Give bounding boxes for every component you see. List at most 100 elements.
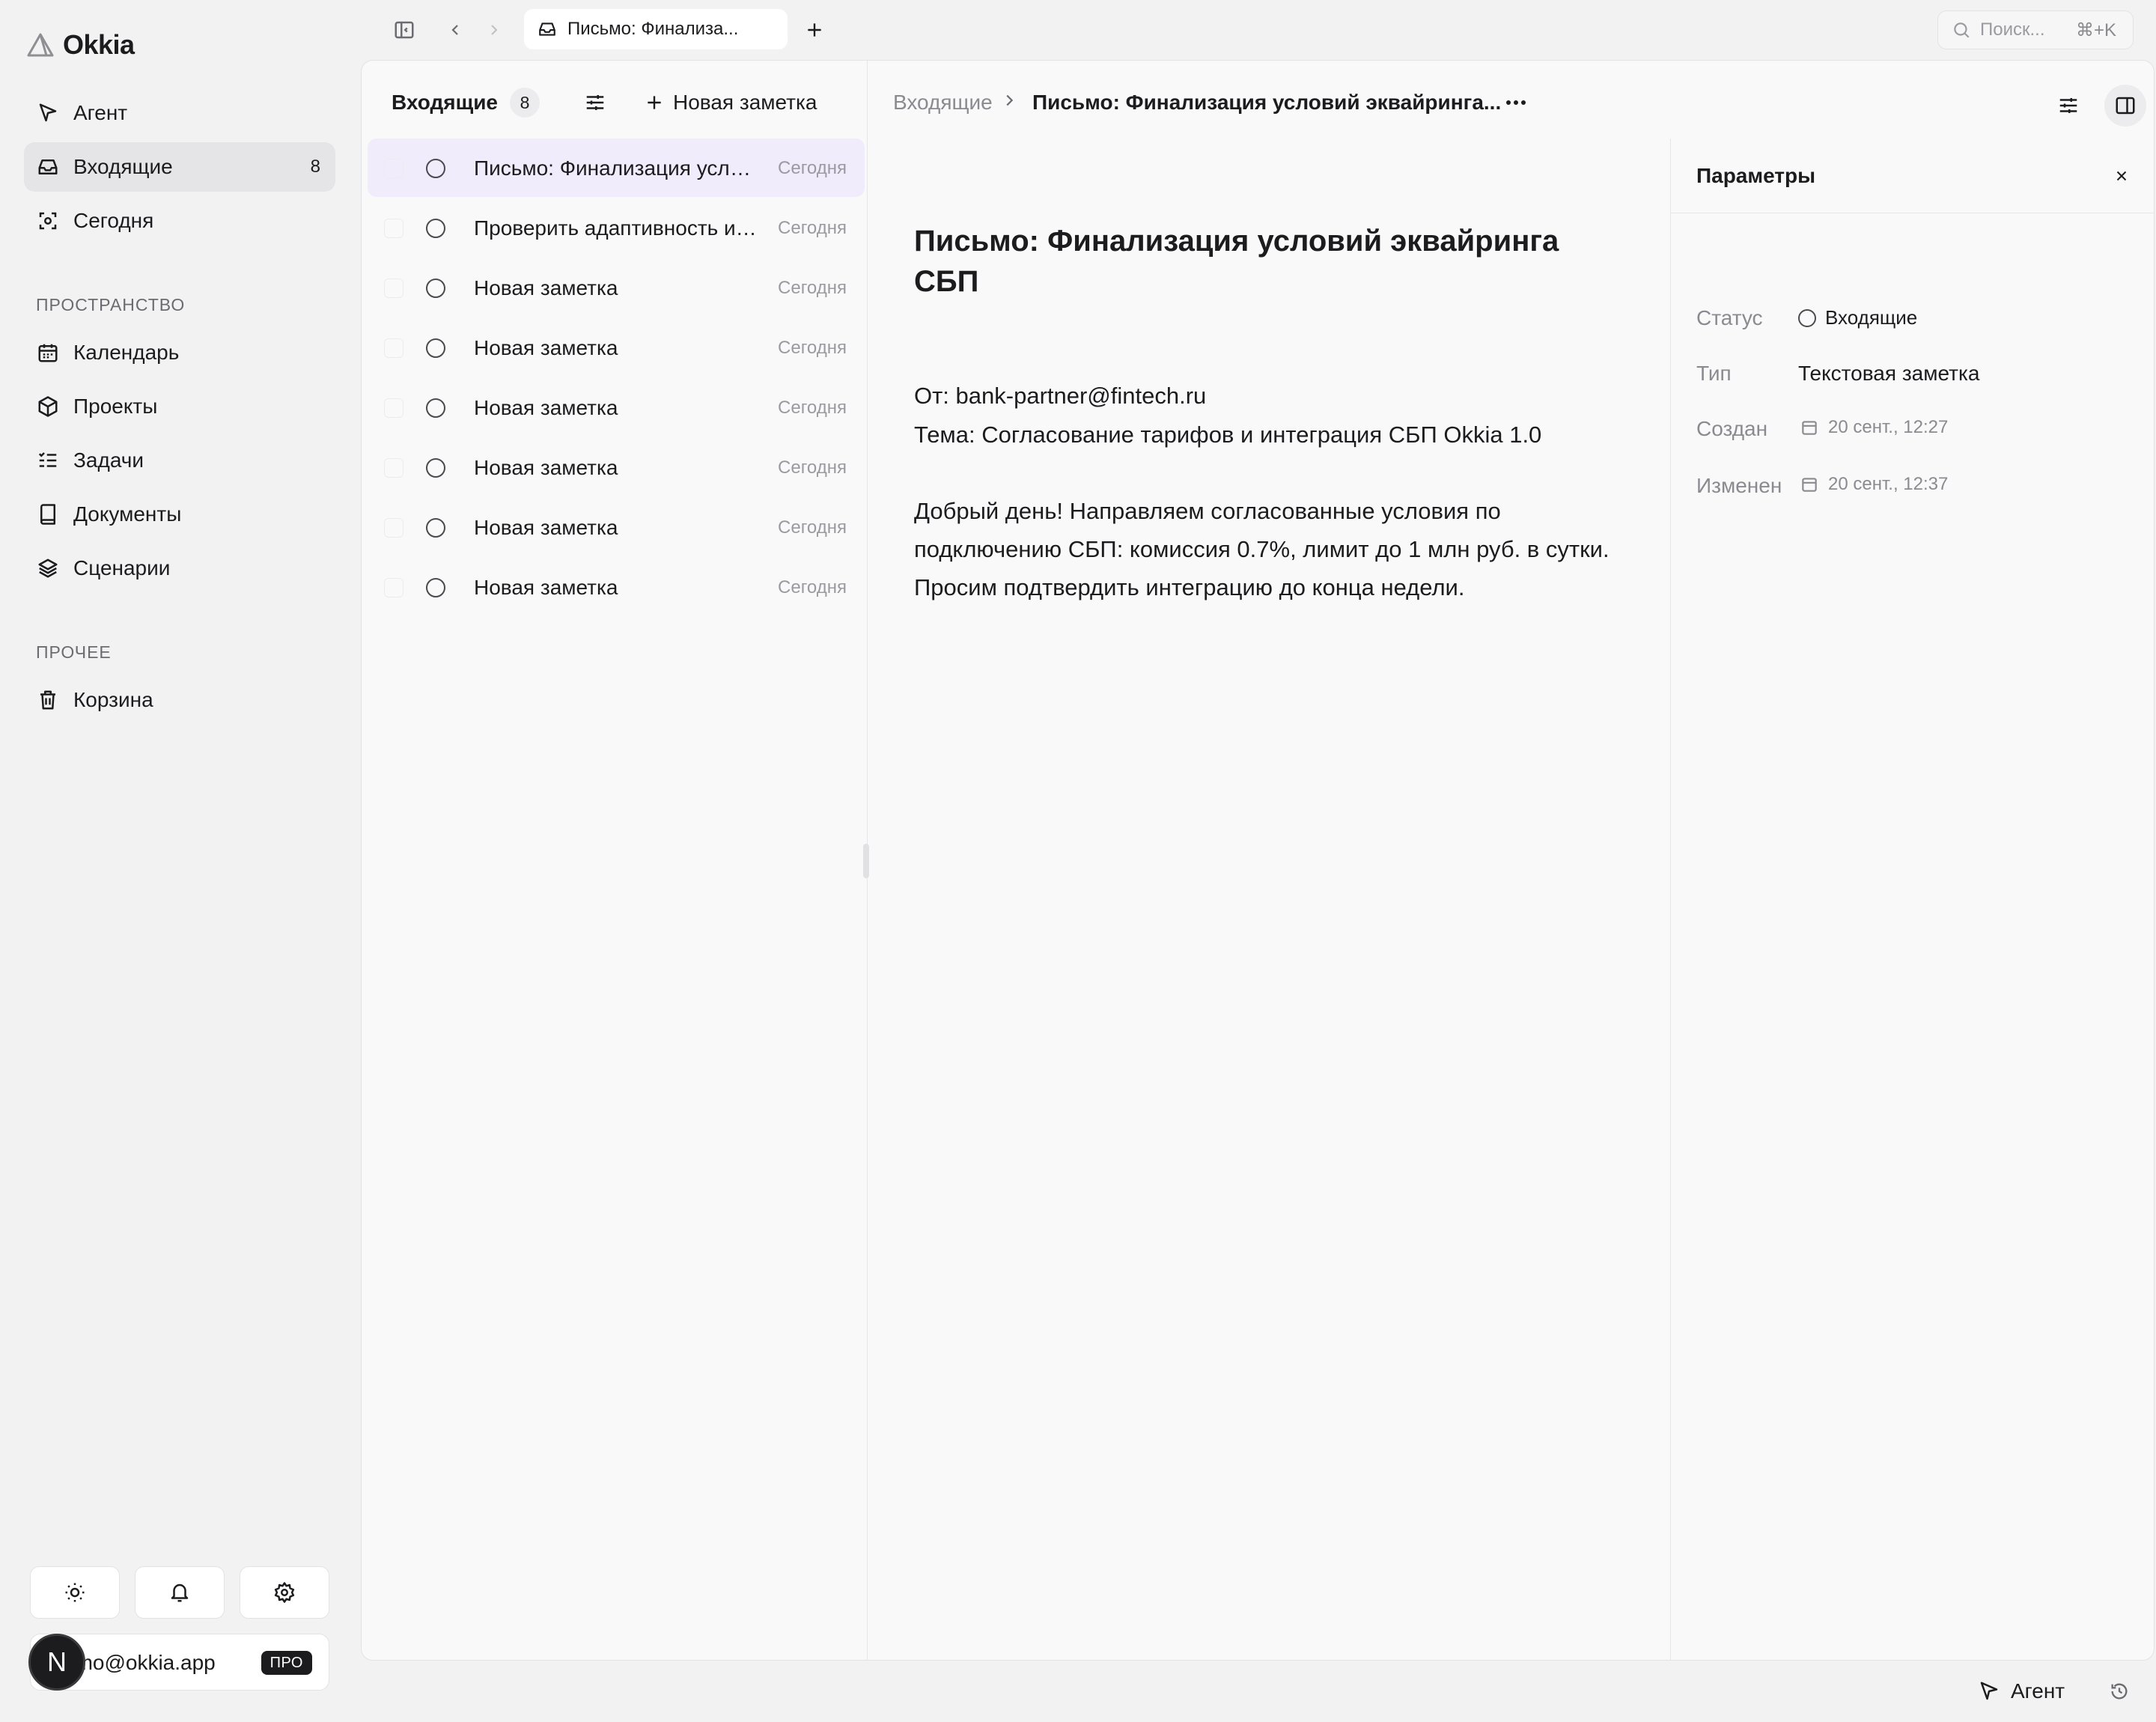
avatar[interactable]: N (28, 1634, 85, 1691)
tab-active-document[interactable]: Письмо: Финализа... (524, 9, 788, 49)
sidebar-item-label: Корзина (73, 688, 153, 711)
sidebar-item-label: Сегодня (73, 209, 154, 232)
more-options-button[interactable] (1501, 88, 1531, 118)
row-title: Новая заметка (474, 276, 618, 299)
status-select[interactable]: Входящие (1798, 306, 1917, 329)
toggle-params-panel-button[interactable] (2104, 85, 2146, 127)
agent-label: Агент (2011, 1679, 2065, 1703)
breadcrumb-root[interactable]: Входящие (893, 91, 993, 115)
agent-button[interactable]: Агент (1978, 1674, 2065, 1709)
history-button[interactable] (2105, 1677, 2134, 1706)
document-subject-line[interactable]: Тема: Согласование тарифов и интеграция … (914, 416, 1541, 454)
created-label: Создан (1696, 417, 1768, 440)
list-item[interactable]: Письмо: Финализация условий эквайринга С… (368, 139, 865, 197)
search-input[interactable]: Поиск... ⌘+K (1937, 10, 2134, 49)
type-label: Тип (1696, 362, 1732, 385)
row-checkbox[interactable] (384, 578, 404, 597)
sidebar-item-label: Задачи (73, 448, 144, 472)
row-checkbox[interactable] (384, 458, 404, 478)
document-editor[interactable]: Письмо: Финализация условий эквайринга С… (868, 139, 1670, 1660)
chevron-left-icon (446, 21, 464, 39)
sidebar-item-agent[interactable]: Агент (24, 88, 335, 138)
sidebar-item-documents[interactable]: Документы (24, 490, 335, 539)
row-date: Сегодня (778, 218, 847, 238)
toggle-sidebar-button[interactable] (389, 15, 419, 45)
bell-icon (168, 1581, 191, 1604)
back-button[interactable] (440, 15, 470, 45)
type-value-field[interactable]: Текстовая заметка (1798, 362, 1979, 386)
status-circle-icon[interactable] (426, 159, 445, 178)
status-label: Статус (1696, 306, 1763, 329)
settings-button[interactable] (240, 1566, 329, 1619)
status-circle-icon[interactable] (426, 219, 445, 238)
plus-icon (645, 93, 664, 112)
document-title[interactable]: Письмо: Финализация условий эквайринга С… (914, 221, 1618, 302)
modified-value: 20 сент., 12:37 (1828, 474, 1949, 494)
sidebar-item-calendar[interactable]: Календарь (24, 328, 335, 377)
sidebar-item-label: Входящие (73, 155, 173, 178)
list-item[interactable]: Новая заметка Сегодня (368, 318, 865, 377)
row-checkbox[interactable] (384, 219, 404, 238)
document-body-text[interactable]: Добрый день! Направляем согласованные ус… (914, 492, 1618, 606)
row-date: Сегодня (778, 338, 847, 358)
sidebar-item-tasks[interactable]: Задачи (24, 436, 335, 485)
document-from-line[interactable]: От: bank-partner@fintech.ru (914, 377, 1206, 416)
layers-icon (34, 555, 61, 582)
new-note-button[interactable]: Новая заметка (645, 88, 817, 118)
list-filter-button[interactable] (580, 88, 610, 118)
params-header: Параметры (1671, 139, 2154, 213)
params-title: Параметры (1696, 164, 1816, 187)
list-item[interactable]: Новая заметка Сегодня (368, 558, 865, 616)
gear-icon (273, 1581, 296, 1604)
row-title: Новая заметка (474, 396, 618, 419)
search-placeholder: Поиск... (1980, 19, 2045, 40)
view-settings-button[interactable] (2047, 85, 2089, 127)
close-params-button[interactable] (2110, 164, 2134, 188)
document-header: Входящие Письмо: Финализация условий экв… (868, 61, 2154, 139)
search-icon (1952, 20, 1971, 40)
notifications-button[interactable] (135, 1566, 225, 1619)
sidebar-item-scenarios[interactable]: Сценарии (24, 544, 335, 593)
sidebar-item-trash[interactable]: Корзина (24, 675, 335, 725)
list-item[interactable]: Новая заметка Сегодня (368, 438, 865, 496)
list-item[interactable]: Новая заметка Сегодня (368, 378, 865, 436)
row-title: Проверить адаптивность интерфейса (474, 216, 761, 240)
status-circle-icon[interactable] (426, 518, 445, 538)
row-title: Письмо: Финализация условий эквайринга С… (474, 156, 761, 180)
sliders-icon (2057, 94, 2080, 117)
focus-icon (34, 207, 61, 234)
calendar-icon (1800, 475, 1819, 494)
row-checkbox[interactable] (384, 518, 404, 538)
status-circle-icon[interactable] (426, 578, 445, 597)
row-title: Новая заметка (474, 516, 618, 539)
list-item[interactable]: Проверить адаптивность интерфейса Сегодн… (368, 198, 865, 257)
status-circle-icon[interactable] (426, 279, 445, 298)
notes-list-column: Входящие 8 Новая заметка Письмо: Финализ… (362, 61, 869, 1660)
modified-date-field[interactable]: 20 сент., 12:37 (1800, 474, 1948, 495)
row-checkbox[interactable] (384, 398, 404, 418)
app-logo[interactable]: Okkia (25, 27, 135, 63)
chevron-right-icon (1001, 92, 1017, 109)
list-item[interactable]: Новая заметка Сегодня (368, 498, 865, 556)
status-circle-icon[interactable] (426, 458, 445, 478)
created-date-field[interactable]: 20 сент., 12:27 (1800, 417, 1948, 438)
list-item[interactable]: Новая заметка Сегодня (368, 258, 865, 317)
cursor-arrow-icon (34, 100, 61, 127)
forward-button[interactable] (479, 15, 509, 45)
row-checkbox[interactable] (384, 159, 404, 178)
main-panel: Входящие 8 Новая заметка Письмо: Финализ… (361, 60, 2155, 1661)
theme-toggle-button[interactable] (30, 1566, 120, 1619)
status-circle-icon[interactable] (426, 338, 445, 358)
sidebar-item-projects[interactable]: Проекты (24, 382, 335, 431)
sidebar-item-inbox[interactable]: Входящие 8 (24, 142, 335, 192)
row-checkbox[interactable] (384, 279, 404, 298)
tab-label: Письмо: Финализа... (567, 19, 739, 39)
chevron-right-icon (485, 21, 503, 39)
book-icon (34, 501, 61, 528)
sidebar-item-today[interactable]: Сегодня (24, 196, 335, 246)
type-value: Текстовая заметка (1798, 362, 1980, 385)
sidebar-item-label: Сценарии (73, 556, 171, 579)
new-tab-button[interactable] (800, 15, 829, 45)
row-checkbox[interactable] (384, 338, 404, 358)
status-circle-icon[interactable] (426, 398, 445, 418)
